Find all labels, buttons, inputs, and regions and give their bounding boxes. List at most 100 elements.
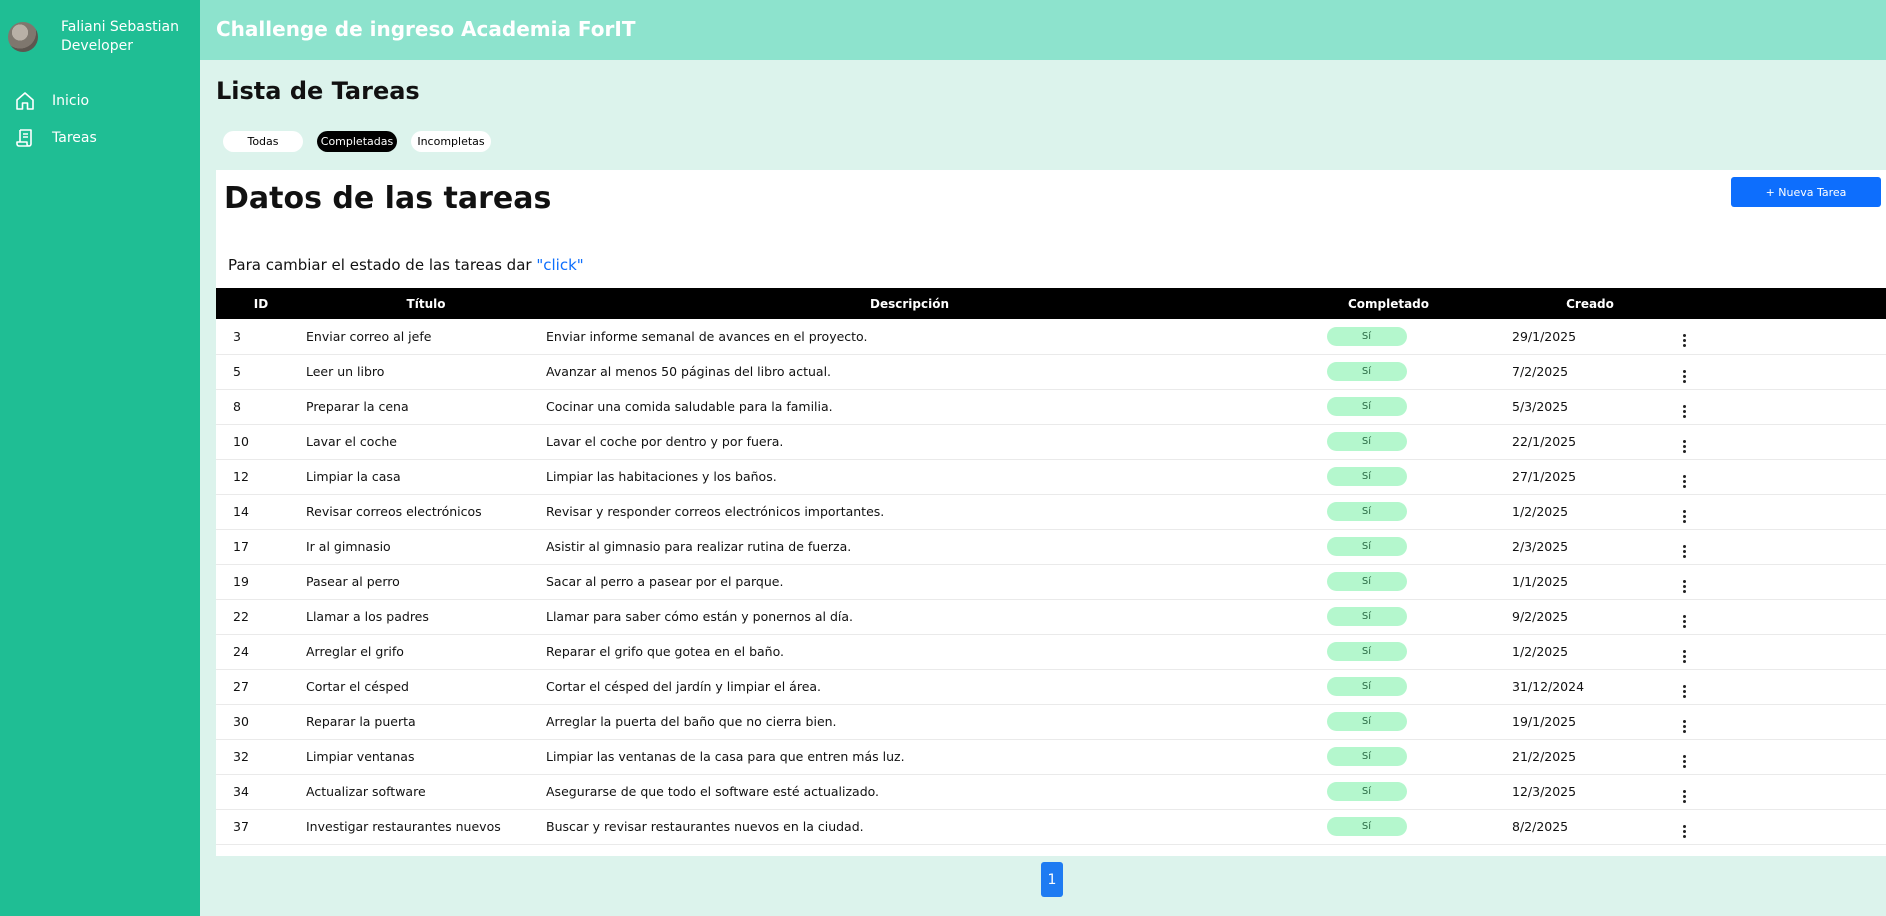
filter-all-button[interactable]: Todas — [223, 131, 303, 152]
column-header-title: Título — [406, 296, 446, 311]
table-row[interactable]: 34 Actualizar software Asegurarse de que t… — [216, 774, 1886, 809]
tasks-table: ID Título Descripción Completado Creado … — [216, 288, 1886, 845]
cell-actions — [1676, 354, 1886, 389]
cell-description: Cortar el césped del jardín y limpiar el… — [546, 679, 822, 694]
cell-created: 1/1/2025 — [1512, 574, 1569, 589]
filter-incomplete-button[interactable]: Incompletas — [411, 131, 491, 152]
more-options-icon[interactable] — [1678, 824, 1690, 838]
cell-id: 27 — [233, 679, 249, 694]
table-row[interactable]: 14 Revisar correos electrónicos Revisar y … — [216, 494, 1886, 529]
status-badge[interactable]: Sí — [1326, 747, 1407, 766]
cell-description: Reparar el grifo que gotea en el baño. — [546, 644, 784, 659]
table-row[interactable]: 24 Arreglar el grifo Reparar el grifo que … — [216, 634, 1886, 669]
more-options-icon[interactable] — [1678, 649, 1690, 663]
table-row[interactable]: 8 Preparar la cena Cocinar una comida salu… — [216, 389, 1886, 424]
cell-created: 5/3/2025 — [1512, 399, 1569, 414]
cell-description: Sacar al perro a pasear por el parque. — [546, 574, 784, 589]
cell-completed: Sí — [1273, 459, 1504, 494]
cell-description: Limpiar las habitaciones y los baños. — [546, 469, 777, 484]
cell-id: 32 — [233, 749, 249, 764]
sidebar-item-inicio[interactable]: Inicio — [0, 82, 200, 119]
more-options-icon[interactable] — [1678, 719, 1690, 733]
more-options-icon[interactable] — [1678, 509, 1690, 523]
status-badge[interactable]: Sí — [1326, 817, 1407, 836]
cell-actions — [1676, 529, 1886, 564]
table-header-row: ID Título Descripción Completado Creado — [216, 288, 1886, 319]
cell-created: 19/1/2025 — [1512, 714, 1577, 729]
table-row[interactable]: 32 Limpiar ventanas Limpiar las ventanas d… — [216, 739, 1886, 774]
column-header-description: Descripción — [870, 296, 949, 311]
status-badge[interactable]: Sí — [1326, 326, 1407, 346]
table-row[interactable]: 10 Lavar el coche Lavar el coche por dentr… — [216, 424, 1886, 459]
cell-completed: Sí — [1273, 809, 1504, 844]
status-badge[interactable]: Sí — [1326, 782, 1407, 801]
cell-id: 37 — [233, 819, 249, 834]
more-options-icon[interactable] — [1678, 439, 1690, 453]
cell-created: 8/2/2025 — [1512, 819, 1569, 834]
status-badge[interactable]: Sí — [1326, 432, 1407, 451]
table-row[interactable]: 37 Investigar restaurantes nuevos Buscar y… — [216, 809, 1886, 844]
more-options-icon[interactable] — [1678, 544, 1690, 558]
table-row[interactable]: 3 Enviar correo al jefe Enviar informe sem… — [216, 319, 1886, 354]
cell-created: 7/2/2025 — [1512, 364, 1569, 379]
table-row[interactable]: 17 Ir al gimnasio Asistir al gimnasio para… — [216, 529, 1886, 564]
table-row[interactable]: 19 Pasear al perro Sacar al perro a pasear… — [216, 564, 1886, 599]
pagination-page-1[interactable]: 1 — [1041, 862, 1063, 897]
cell-title: Cortar el césped — [306, 679, 409, 694]
cell-id: 3 — [233, 328, 241, 344]
sidebar-nav: Inicio Tareas — [0, 82, 200, 156]
status-badge[interactable]: Sí — [1326, 397, 1407, 416]
more-options-icon[interactable] — [1678, 684, 1690, 698]
status-badge[interactable]: Sí — [1326, 467, 1407, 486]
status-badge[interactable]: Sí — [1326, 607, 1407, 626]
more-options-icon[interactable] — [1678, 334, 1690, 348]
sidebar-item-tareas[interactable]: Tareas — [0, 119, 200, 156]
app-title: Challenge de ingreso Academia ForIT — [216, 17, 636, 41]
column-header-id: ID — [253, 296, 269, 311]
cell-actions — [1676, 319, 1886, 354]
status-badge[interactable]: Sí — [1326, 677, 1407, 696]
page-title: Lista de Tareas — [216, 77, 420, 105]
cell-created: 12/3/2025 — [1512, 784, 1577, 799]
document-icon — [14, 127, 36, 149]
more-options-icon[interactable] — [1678, 404, 1690, 418]
status-badge[interactable]: Sí — [1326, 502, 1407, 521]
more-options-icon[interactable] — [1678, 754, 1690, 768]
more-options-icon[interactable] — [1678, 614, 1690, 628]
cell-created: 9/2/2025 — [1512, 609, 1569, 624]
cell-actions — [1676, 669, 1886, 704]
filter-completed-button[interactable]: Completadas — [317, 131, 397, 152]
cell-title: Llamar a los padres — [306, 609, 429, 624]
status-badge[interactable]: Sí — [1326, 642, 1407, 661]
more-options-icon[interactable] — [1678, 789, 1690, 803]
status-badge[interactable]: Sí — [1326, 362, 1407, 381]
cell-title: Revisar correos electrónicos — [306, 504, 482, 519]
more-options-icon[interactable] — [1678, 474, 1690, 488]
cell-id: 5 — [233, 364, 241, 379]
cell-actions — [1676, 424, 1886, 459]
table-row[interactable]: 12 Limpiar la casa Limpiar las habitacione… — [216, 459, 1886, 494]
cell-id: 17 — [233, 539, 249, 554]
sidebar-item-label: Tareas — [52, 129, 97, 146]
sidebar: Faliani Sebastian Developer Inicio Tarea… — [0, 0, 200, 916]
user-name: Faliani Sebastian — [61, 19, 180, 35]
cell-completed: Sí — [1273, 599, 1504, 634]
more-options-icon[interactable] — [1678, 579, 1690, 593]
more-options-icon[interactable] — [1678, 369, 1690, 383]
new-task-button[interactable]: + Nueva Tarea — [1731, 177, 1881, 207]
table-row[interactable]: 22 Llamar a los padres Llamar para saber c… — [216, 599, 1886, 634]
cell-title: Arreglar el grifo — [306, 644, 404, 659]
cell-actions — [1676, 704, 1886, 739]
table-row[interactable]: 27 Cortar el césped Cortar el césped del j… — [216, 669, 1886, 704]
cell-completed: Sí — [1273, 634, 1504, 669]
cell-created: 2/3/2025 — [1512, 539, 1569, 554]
status-badge[interactable]: Sí — [1326, 712, 1407, 731]
table-row[interactable]: 5 Leer un libro Avanzar al menos 50 página… — [216, 354, 1886, 389]
cell-title: Enviar correo al jefe — [306, 328, 432, 344]
status-badge[interactable]: Sí — [1326, 537, 1407, 556]
cell-actions — [1676, 739, 1886, 774]
status-badge[interactable]: Sí — [1326, 572, 1407, 591]
table-row[interactable]: 30 Reparar la puerta Arreglar la puerta de… — [216, 704, 1886, 739]
panel-title: Datos de las tareas — [224, 181, 552, 216]
cell-id: 8 — [233, 399, 241, 414]
